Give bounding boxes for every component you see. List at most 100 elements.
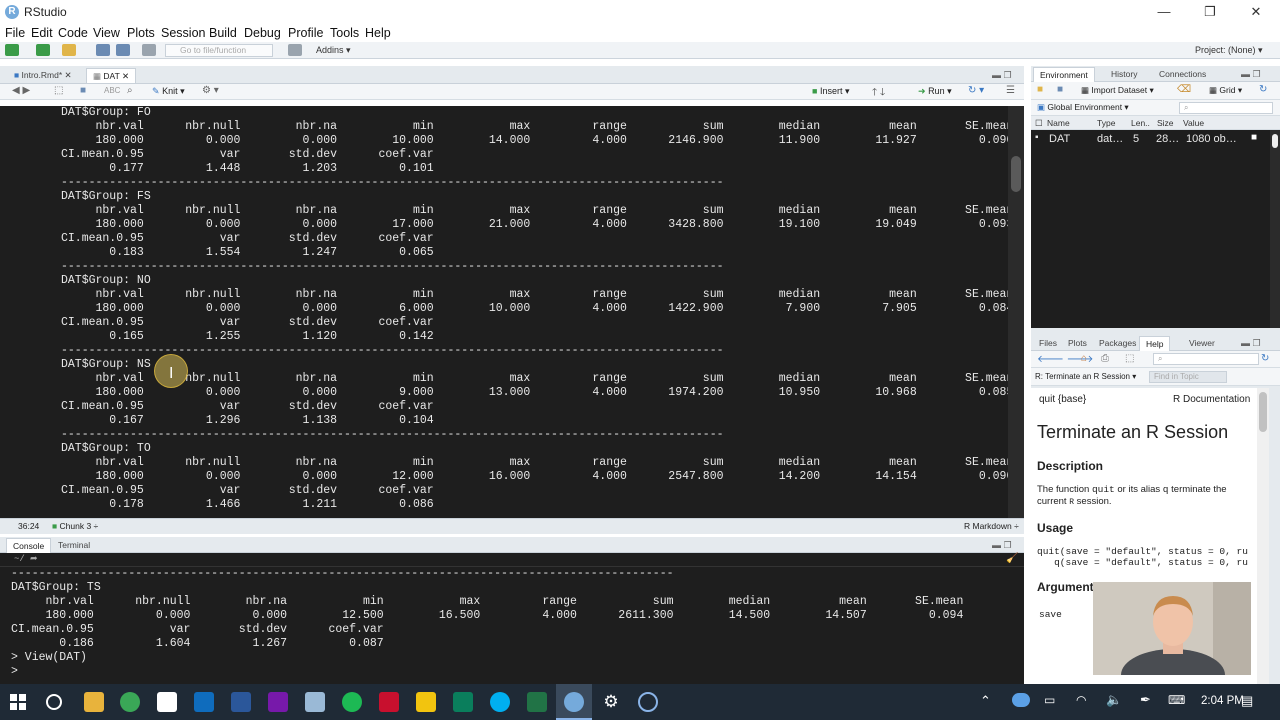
app-icon[interactable] [305,692,325,712]
spotify-icon[interactable] [342,692,362,712]
tab-console[interactable]: Console [6,538,52,553]
show-hidden-icons[interactable]: ⌃ [980,693,991,709]
addins-menu[interactable]: Addins ▾ [316,45,351,56]
select-all-checkbox[interactable]: ☐ [1035,118,1043,129]
view-data-icon[interactable]: ■ [1251,132,1257,143]
new-project-icon[interactable] [36,44,50,56]
tab-environment[interactable]: Environment [1033,67,1095,82]
menu-code[interactable]: Code [58,26,88,40]
pen-icon[interactable]: ✒ [1140,692,1151,708]
knit-button[interactable]: ✎ Knit ▾ [152,86,185,97]
home-icon[interactable]: ⌂ [1081,353,1087,364]
cortana-search-icon[interactable] [46,694,62,710]
save-all-icon[interactable] [116,44,130,56]
calendar-icon[interactable] [157,692,177,712]
close-tab-icon[interactable]: ✕ [65,70,72,80]
col-type[interactable]: Type [1097,118,1115,128]
rstudio-taskbar-button[interactable] [556,684,592,720]
help-scroll-thumb[interactable] [1259,392,1267,432]
doc-mode-selector[interactable]: R Markdown ÷ [964,521,1019,531]
import-dataset-button[interactable]: ▦ Import Dataset ▾ [1081,85,1154,96]
menu-edit[interactable]: Edit [31,26,53,40]
settings-icon[interactable]: ⚙ [601,692,621,712]
open-file-icon[interactable] [62,44,76,56]
env-scrollbar[interactable] [1270,130,1280,328]
go-to-dir-icon[interactable]: ➦ [30,553,38,564]
pane-minmax-icons[interactable]: ▬ ❐ [1241,338,1261,349]
editor-scrollbar[interactable] [1008,106,1024,518]
volume-icon[interactable]: 🔈 [1106,692,1122,708]
restore-button[interactable]: ❐ [1187,2,1233,22]
tab-viewer[interactable]: Viewer [1183,336,1221,351]
show-in-window-icon[interactable]: ⬚ [54,85,63,96]
col-name[interactable]: Name [1047,118,1070,128]
print-icon[interactable]: ⎙ [1101,353,1109,364]
pane-minmax-icons[interactable]: ▬ ❐ [992,540,1012,551]
env-scroll-thumb[interactable] [1272,134,1278,148]
wifi-icon[interactable]: ◠ [1076,693,1086,707]
row-checkbox[interactable]: ▪ [1035,132,1039,143]
menu-debug[interactable]: Debug [244,26,281,40]
gear-icon[interactable]: ⚙ ▾ [202,85,219,96]
outline-icon[interactable]: ☰ [1006,85,1015,96]
back-forward-icons[interactable]: ◀ ▶ [12,85,30,96]
tab-help[interactable]: Help [1139,336,1171,351]
env-search-input[interactable]: ⌕ [1179,102,1273,114]
broom-icon[interactable]: ⌫ [1177,84,1191,95]
outlook-icon[interactable] [194,692,214,712]
tab-intro-rmd[interactable]: ■ Intro.Rmd* ✕ [8,68,78,83]
search-icon[interactable]: ⌕ [127,85,133,96]
project-menu[interactable]: Project: (None) ▾ [1195,45,1263,56]
save-icon[interactable] [96,44,110,56]
matlab-icon[interactable] [379,692,399,712]
menu-tools[interactable]: Tools [330,26,359,40]
tab-connections[interactable]: Connections [1153,67,1212,82]
onedrive-icon[interactable] [1012,693,1030,707]
col-length[interactable]: Len.. [1131,118,1150,128]
camtasia-icon[interactable] [453,692,473,712]
pane-minmax-icons[interactable]: ▬ ❐ [1241,69,1261,80]
view-mode-button[interactable]: ▦ Grid ▾ [1209,85,1242,96]
menu-plots[interactable]: Plots [127,26,155,40]
run-button[interactable]: ➜ Run ▾ [918,86,952,97]
tab-files[interactable]: Files [1033,336,1063,351]
minimize-button[interactable]: — [1141,2,1187,22]
find-in-topic-input[interactable]: Find in Topic [1149,371,1227,383]
save-icon[interactable]: ■ [80,85,86,96]
menu-build[interactable]: Build [209,26,237,40]
word-icon[interactable] [231,692,251,712]
goto-file-input[interactable]: Go to file/function [165,44,273,57]
source-editor[interactable]: DAT$Group: FO nbr.val nbr.null nbr.na mi… [0,106,1008,518]
taskbar-clock[interactable]: 2:04 PM [1201,695,1244,707]
excel-icon[interactable] [527,692,547,712]
scope-select[interactable]: ▣ Global Environment ▾ [1037,102,1129,113]
pane-minmax-icons[interactable]: ▬ ❐ [992,70,1012,81]
menu-session[interactable]: Session [161,26,205,40]
menu-file[interactable]: File [5,26,25,40]
col-size[interactable]: Size [1157,118,1174,128]
file-explorer-icon[interactable] [84,692,104,712]
print-icon[interactable] [142,44,156,56]
clear-console-icon[interactable]: 🧹 [1006,553,1018,564]
menu-profile[interactable]: Profile [288,26,323,40]
chunk-selector[interactable]: ■ Chunk 3 ÷ [52,521,98,531]
show-in-window-icon[interactable]: ⬚ [1125,353,1134,364]
spellcheck-icon[interactable]: ABC [104,86,120,95]
onenote-icon[interactable] [268,692,288,712]
console-output[interactable]: ----------------------------------------… [0,567,1024,684]
chrome-icon[interactable] [120,692,140,712]
tab-terminal[interactable]: Terminal [52,538,96,553]
tab-history[interactable]: History [1105,67,1143,82]
new-file-icon[interactable] [5,44,19,56]
app-circle-icon[interactable] [638,692,658,712]
windows-start-icon[interactable] [10,694,26,710]
skype-icon[interactable] [490,692,510,712]
action-center-icon[interactable]: ▤ [1241,693,1253,709]
col-value[interactable]: Value [1183,118,1204,128]
close-button[interactable]: ✕ [1233,2,1279,22]
network-icon[interactable]: ▭ [1044,693,1055,707]
menu-help[interactable]: Help [365,26,391,40]
tab-plots[interactable]: Plots [1062,336,1093,351]
save-workspace-icon[interactable]: ■ [1057,84,1063,95]
close-tab-icon[interactable]: ✕ [122,71,129,81]
